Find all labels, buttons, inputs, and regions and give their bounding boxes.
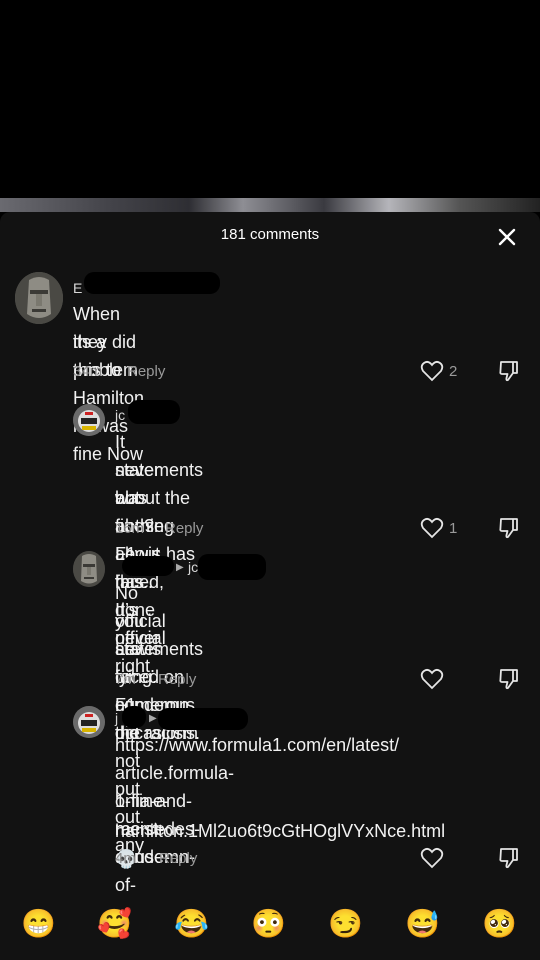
avatar[interactable] — [73, 706, 105, 738]
emoji-quick-bar: 😁 🥰 😂 😳 😏 😅 🥺 — [0, 906, 540, 946]
reply-arrow-icon: ▶ — [149, 713, 157, 724]
redaction-bar — [122, 556, 174, 576]
emoji-flushed-button[interactable]: 😳 — [251, 906, 286, 942]
moai-avatar-icon — [15, 272, 63, 324]
redaction-bar — [128, 400, 180, 424]
redaction-bar — [158, 708, 248, 730]
dislike-icon[interactable] — [497, 846, 521, 870]
comments-count-title: 181 comments — [220, 226, 320, 243]
comment-username[interactable]: j — [115, 710, 118, 726]
comment-time: 7m — [115, 671, 136, 688]
avatar[interactable] — [73, 551, 105, 587]
reply-button[interactable]: Reply — [165, 520, 203, 537]
like-count: 2 — [449, 363, 458, 380]
moai-avatar-icon — [73, 551, 105, 587]
like-count: 1 — [449, 520, 458, 537]
comment-time: 34m — [73, 363, 103, 380]
comment-time: 4m — [115, 850, 136, 867]
heart-icon[interactable] — [420, 517, 444, 539]
reply-button[interactable]: Reply — [159, 850, 197, 867]
comment-link-line[interactable]: https://www.formula1.com/en/latest/ — [115, 731, 399, 759]
heart-icon[interactable] — [420, 847, 444, 869]
comment-username[interactable]: jc — [115, 407, 125, 423]
emoji-smirk-button[interactable]: 😏 — [328, 906, 363, 942]
emoji-grin-button[interactable]: 😁 — [21, 906, 56, 942]
emoji-sweat-smile-button[interactable]: 😅 — [405, 906, 440, 942]
close-icon[interactable] — [496, 226, 518, 248]
heart-icon[interactable] — [420, 668, 444, 690]
helmet-avatar-icon — [73, 706, 105, 738]
reply-arrow-icon: ▶ — [176, 562, 184, 573]
heart-icon[interactable] — [420, 360, 444, 382]
video-preview-strip — [0, 198, 540, 212]
dislike-icon[interactable] — [497, 359, 521, 383]
emoji-tears-of-joy-button[interactable]: 😂 — [174, 906, 209, 942]
dislike-icon[interactable] — [497, 516, 521, 540]
redaction-bar — [198, 554, 266, 580]
reply-to-username[interactable]: jc — [188, 559, 198, 575]
comment-username[interactable]: E — [73, 280, 82, 296]
emoji-hearts-button[interactable]: 🥰 — [97, 906, 132, 942]
avatar[interactable] — [73, 404, 105, 436]
redaction-bar — [84, 272, 220, 294]
comment-time: 16m — [115, 520, 145, 537]
reply-button[interactable]: Reply — [158, 671, 196, 688]
avatar[interactable] — [15, 272, 63, 324]
redaction-bar — [122, 706, 146, 728]
dislike-icon[interactable] — [497, 667, 521, 691]
reply-button[interactable]: Reply — [127, 363, 165, 380]
helmet-avatar-icon — [73, 404, 105, 436]
emoji-pleading-button[interactable]: 🥺 — [482, 906, 517, 942]
